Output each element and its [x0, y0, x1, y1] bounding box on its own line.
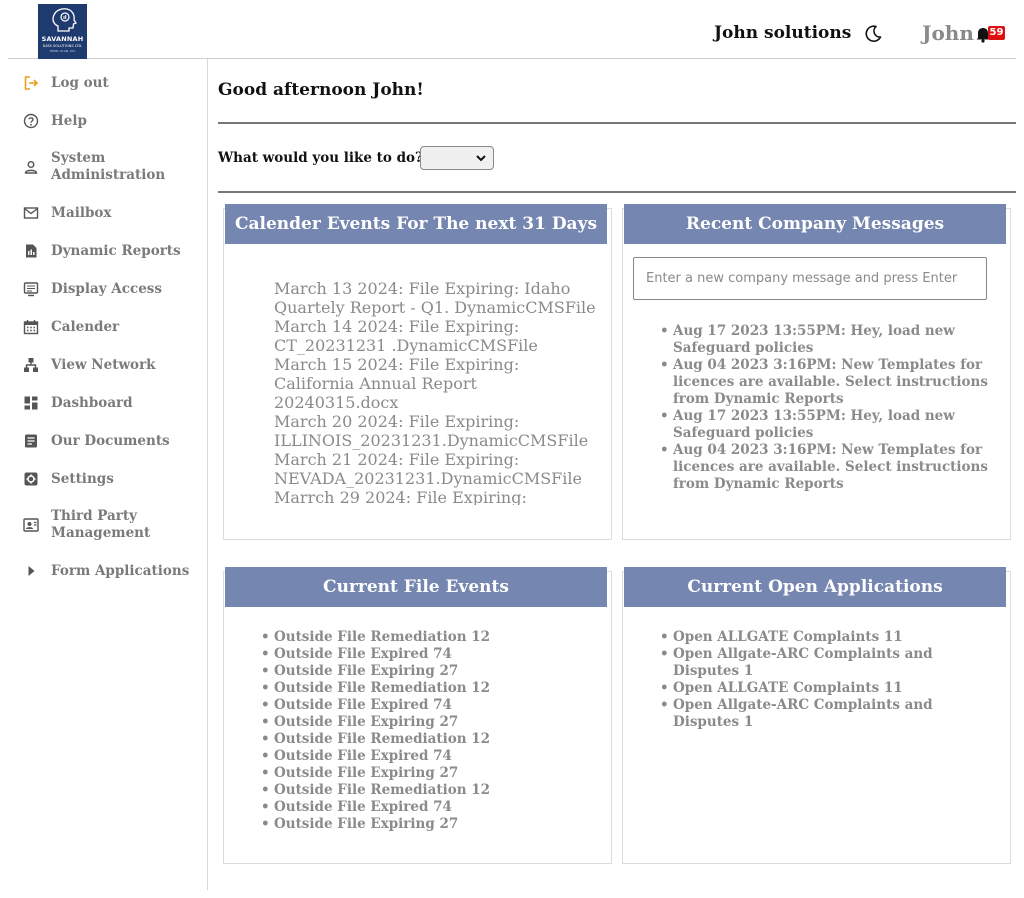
open-applications-list: Open ALLGATE Complaints 11 Open Allgate-… — [660, 629, 1003, 731]
file-event-item[interactable]: Outside File Expiring 27 — [261, 714, 604, 731]
logo-text-main: SAVANNAH — [41, 35, 84, 43]
file-event-item[interactable]: Outside File Remediation 12 — [261, 680, 604, 697]
calendar-event: March 15 2024: File Expiring: California… — [274, 355, 604, 412]
caret-right-icon — [22, 562, 40, 580]
sidebar-item-label: Form Applications — [51, 562, 190, 579]
message-item: Aug 17 2023 13:55PM: Hey, load new Safeg… — [660, 323, 1003, 357]
dark-mode-moon-icon[interactable] — [863, 24, 883, 44]
sidebar-item-third-party-management[interactable]: Third Party Management — [8, 508, 207, 542]
action-select[interactable] — [420, 146, 494, 170]
sidebar-item-label: Dashboard — [51, 394, 133, 411]
sidebar-item-dynamic-reports[interactable]: Dynamic Reports — [8, 242, 207, 260]
sidebar-item-settings[interactable]: Settings — [8, 470, 207, 488]
file-event-item[interactable]: Outside File Expired 74 — [261, 799, 604, 816]
panel-title: Current Open Applications — [624, 567, 1006, 607]
sidebar-item-view-network[interactable]: View Network — [8, 356, 207, 374]
company-name: John solutions — [714, 23, 852, 43]
file-event-item[interactable]: Outside File Remediation 12 — [261, 629, 604, 646]
sidebar-item-system-administration[interactable]: System Administration — [8, 150, 207, 184]
sidebar-item-label: Log out — [51, 74, 109, 91]
sidebar-item-label: Display Access — [51, 280, 162, 297]
calendar-events-list[interactable]: March 13 2024: File Expiring: Idaho Quar… — [274, 279, 604, 505]
calendar-events-panel: Calender Events For The next 31 Days Mar… — [223, 204, 612, 540]
company-message-input[interactable] — [633, 257, 987, 300]
logout-icon — [22, 74, 40, 92]
chevron-down-icon — [476, 155, 486, 162]
sidebar-item-log-out[interactable]: Log out — [8, 74, 207, 92]
file-event-item[interactable]: Outside File Remediation 12 — [261, 782, 604, 799]
sidebar-item-form-applications[interactable]: Form Applications — [8, 562, 207, 580]
display-icon — [22, 280, 40, 298]
panel-title: Recent Company Messages — [624, 204, 1006, 244]
action-question-label: What would you like to do? — [218, 150, 423, 166]
user-name[interactable]: John — [922, 21, 974, 45]
application-item[interactable]: Open Allgate-ARC Complaints and Disputes… — [660, 646, 1003, 680]
sidebar-item-label: Our Documents — [51, 432, 170, 449]
calendar-event: March 21 2024: File Expiring: NEVADA_202… — [274, 450, 604, 488]
divider — [218, 122, 1016, 124]
sidebar-item-label: Mailbox — [51, 204, 112, 221]
file-events-list: Outside File Remediation 12 Outside File… — [261, 629, 604, 833]
sidebar-item-mailbox[interactable]: Mailbox — [8, 204, 207, 222]
sidebar-nav: Log out Help System Administration Mailb… — [8, 59, 208, 890]
sidebar-item-help[interactable]: Help — [8, 112, 207, 130]
calendar-event: March 14 2024: File Expiring: CT_2023123… — [274, 317, 604, 355]
user-icon — [22, 158, 40, 176]
message-item: Aug 04 2023 3:16PM: New Templates for li… — [660, 442, 1003, 493]
contact-icon — [22, 516, 40, 534]
panel-title: Current File Events — [225, 567, 607, 607]
file-event-item[interactable]: Outside File Expired 74 — [261, 697, 604, 714]
sidebar-item-dashboard[interactable]: Dashboard — [8, 394, 207, 412]
report-icon — [22, 242, 40, 260]
help-icon — [22, 112, 40, 130]
calendar-event: March 20 2024: File Expiring: ILLINOIS_2… — [274, 412, 604, 450]
file-event-item[interactable]: Outside File Expired 74 — [261, 748, 604, 765]
file-event-item[interactable]: Outside File Expiring 27 — [261, 816, 604, 833]
file-event-item[interactable]: Outside File Expired 74 — [261, 646, 604, 663]
document-icon — [22, 432, 40, 450]
sidebar-item-label: Settings — [51, 470, 114, 487]
panel-title: Calender Events For The next 31 Days — [225, 204, 607, 244]
logo-tagline: THINK. PLAN. DO. — [49, 49, 76, 53]
company-messages-panel: Recent Company Messages Aug 17 2023 13:5… — [622, 204, 1011, 540]
application-item[interactable]: Open ALLGATE Complaints 11 — [660, 629, 1003, 646]
sidebar-item-label: System Administration — [51, 150, 166, 183]
calendar-event: March 13 2024: File Expiring: Idaho Quar… — [274, 279, 604, 317]
sidebar-item-our-documents[interactable]: Our Documents — [8, 432, 207, 450]
mail-icon — [22, 204, 40, 222]
sidebar-item-display-access[interactable]: Display Access — [8, 280, 207, 298]
message-item: Aug 04 2023 3:16PM: New Templates for li… — [660, 357, 1003, 408]
sidebar-item-label: Calender — [51, 318, 120, 335]
company-logo[interactable]: SAVANNAH DATA SOLUTIONS LTD. THINK. PLAN… — [38, 4, 87, 59]
sidebar-item-label: View Network — [51, 356, 156, 373]
head-logo-icon — [51, 8, 77, 32]
greeting-heading: Good afternoon John! — [218, 80, 424, 100]
network-icon — [22, 356, 40, 374]
file-events-panel: Current File Events Outside File Remedia… — [223, 567, 612, 864]
settings-icon — [22, 470, 40, 488]
application-item[interactable]: Open ALLGATE Complaints 11 — [660, 680, 1003, 697]
company-messages-list: Aug 17 2023 13:55PM: Hey, load new Safeg… — [660, 323, 1003, 493]
file-event-item[interactable]: Outside File Expiring 27 — [261, 765, 604, 782]
file-event-item[interactable]: Outside File Expiring 27 — [261, 663, 604, 680]
sidebar-item-calender[interactable]: Calender — [8, 318, 207, 336]
notification-badge: 59 — [988, 26, 1005, 40]
top-header: SAVANNAH DATA SOLUTIONS LTD. THINK. PLAN… — [8, 0, 1016, 59]
calendar-event: Marrch 29 2024: File Expiring: Washingto… — [274, 488, 604, 505]
application-item[interactable]: Open Allgate-ARC Complaints and Disputes… — [660, 697, 1003, 731]
sidebar-item-label: Dynamic Reports — [51, 242, 181, 259]
calendar-icon — [22, 318, 40, 336]
sidebar-item-label: Help — [51, 112, 87, 129]
open-applications-panel: Current Open Applications Open ALLGATE C… — [622, 567, 1011, 864]
dashboard-icon — [22, 394, 40, 412]
sidebar-item-label: Third Party Management — [51, 508, 151, 541]
file-event-item[interactable]: Outside File Remediation 12 — [261, 731, 604, 748]
message-item: Aug 17 2023 13:55PM: Hey, load new Safeg… — [660, 408, 1003, 442]
logo-text-sub: DATA SOLUTIONS LTD. — [42, 44, 83, 48]
divider — [218, 191, 1016, 193]
